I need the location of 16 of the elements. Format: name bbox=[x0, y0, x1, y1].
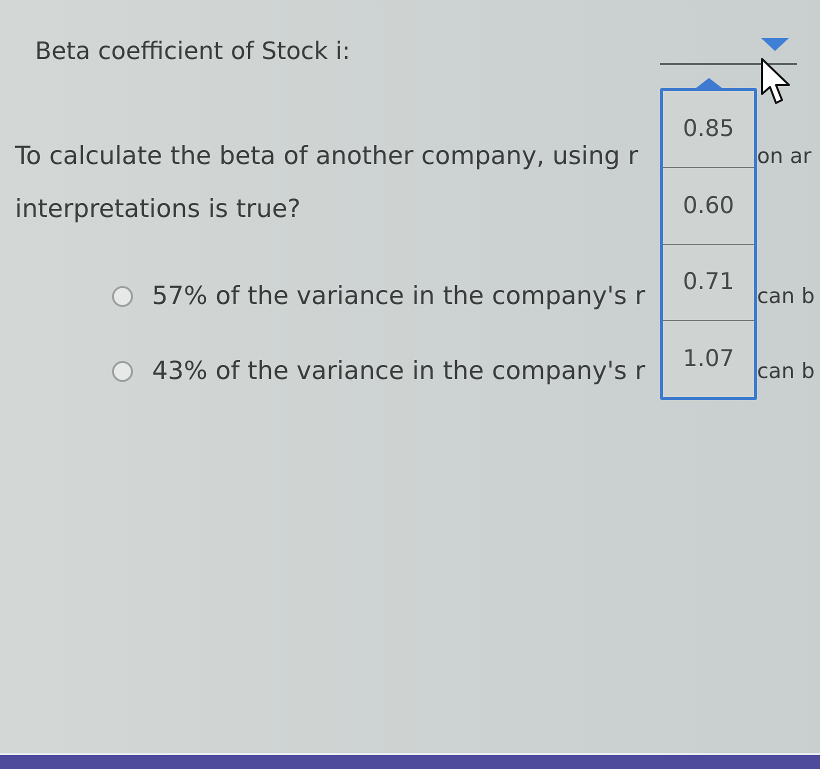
cursor-icon bbox=[761, 58, 791, 105]
choice-text: can b bbox=[757, 283, 816, 310]
question-text: interpretations is true? bbox=[15, 195, 302, 223]
choice-text: 43% of the variance in the company's r bbox=[152, 357, 646, 385]
dropdown-option[interactable]: 0.85 bbox=[663, 91, 754, 167]
radio-button[interactable] bbox=[112, 286, 133, 306]
dropdown-option[interactable]: 0.71 bbox=[663, 244, 754, 320]
caret-down-icon bbox=[761, 38, 789, 51]
question-text: To calculate the beta of another company, using r bbox=[15, 142, 640, 170]
dropdown-option[interactable]: 0.60 bbox=[663, 166, 754, 244]
field-label: Beta coefficient of Stock i: bbox=[35, 37, 350, 65]
question-text: on ar bbox=[757, 143, 812, 170]
dropdown-option[interactable]: 1.07 bbox=[663, 320, 754, 397]
choice-text: 57% of the variance in the company's r bbox=[152, 282, 646, 310]
radio-button[interactable] bbox=[112, 360, 133, 382]
choice-text: can b bbox=[757, 358, 816, 385]
